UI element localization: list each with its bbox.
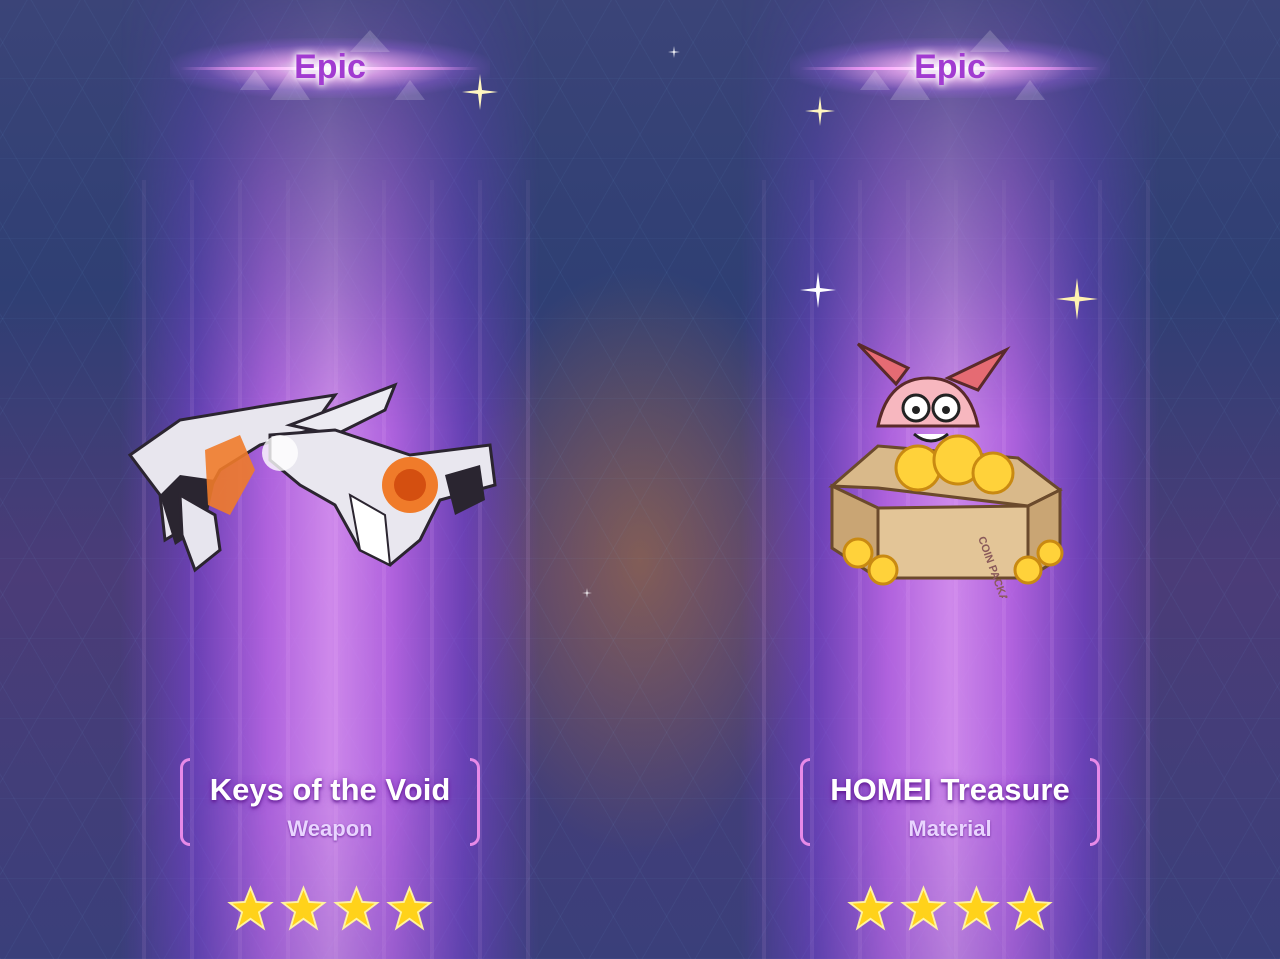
star-icon	[333, 885, 380, 931]
star-rating	[120, 885, 540, 935]
star-icon	[847, 885, 894, 931]
coin-package-box-icon: COIN PACKAGE	[828, 342, 1064, 598]
item-name: HOMEI Treasure	[830, 772, 1070, 807]
rarity-label: Epic	[294, 48, 366, 86]
dual-pistols-weapon-icon	[127, 382, 497, 573]
item-type: Material	[908, 816, 992, 841]
item-name: Keys of the Void	[209, 772, 451, 807]
star-icon	[1006, 885, 1053, 931]
sparkle-icon	[582, 588, 592, 598]
item-name-frame: HOMEI Treasure Material	[800, 758, 1100, 846]
star-rating	[740, 885, 1160, 935]
star-icon	[953, 885, 1000, 931]
item-name-frame: Keys of the Void Weapon	[180, 758, 480, 846]
star-icon	[280, 885, 327, 931]
star-icon	[227, 885, 274, 931]
star-icon	[386, 885, 433, 931]
star-icon	[900, 885, 947, 931]
item-type: Weapon	[287, 816, 373, 841]
sparkle-icon	[668, 46, 680, 58]
reward-card-material[interactable]: Epic COIN PACKAGE HOMEI Treasure Materia…	[740, 0, 1160, 959]
rarity-label: Epic	[914, 48, 986, 86]
reward-card-weapon[interactable]: Epic Keys of the Void Weapon	[120, 0, 540, 959]
